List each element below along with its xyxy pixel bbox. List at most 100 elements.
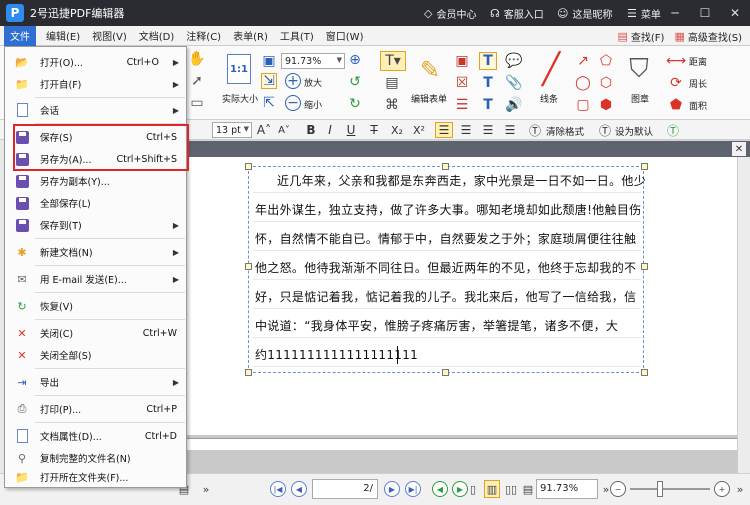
resize-handle[interactable] <box>641 263 648 270</box>
menu-form[interactable]: 表单(R) <box>227 26 274 46</box>
edit-text-icon[interactable]: T▾ <box>380 51 406 71</box>
menu-file[interactable]: 文件 <box>4 25 36 46</box>
edit-form-icon[interactable]: ✎ <box>414 52 446 88</box>
next-page-button[interactable]: ▶ <box>384 481 400 497</box>
zoom-out-icon[interactable]: − <box>285 95 301 111</box>
paragraph-line[interactable]: 怀，自然情不能自已。情郁于中，自然要发之于外；家庭琐屑便往往触 <box>255 230 636 247</box>
zoom-out-label[interactable]: 缩小 <box>304 98 322 111</box>
resize-handle[interactable] <box>442 163 449 170</box>
zoom-status-combo[interactable]: 91.73% <box>536 479 598 499</box>
last-page-button[interactable]: ▶| <box>405 481 421 497</box>
zoom-combo[interactable]: 91.73% ▼ <box>281 53 345 69</box>
menu-item-save-to[interactable]: 保存到(T) ▶ <box>6 214 185 236</box>
paragraph-line[interactable]: 好，只是惦记着我，惦记着我的儿子。我北来后，他写了一信给我，信 <box>255 288 636 305</box>
edit-form-label[interactable]: 编辑表单 <box>411 92 447 105</box>
list-field-icon[interactable]: ☰ <box>453 96 471 114</box>
actual-size-icon[interactable]: 1:1 <box>227 54 251 84</box>
facing-page-icon[interactable]: ▯▯ <box>503 480 519 498</box>
line-tool-icon[interactable]: ╱ <box>533 52 569 87</box>
hand-tool-icon[interactable]: ✋ <box>188 51 205 67</box>
zoom-in-label[interactable]: 放大 <box>304 76 322 89</box>
align-center-button[interactable]: ☰ <box>457 122 475 138</box>
double-chevron-down-icon[interactable]: » <box>198 480 214 498</box>
stamp-label[interactable]: 图章 <box>631 92 649 105</box>
arrow-tool-icon[interactable]: ↗ <box>574 52 592 70</box>
menu-item-save-copy[interactable]: 另存为副本(Y)... <box>6 170 185 192</box>
distance-label[interactable]: 距离 <box>689 55 707 68</box>
textbox-icon[interactable]: T <box>479 74 497 92</box>
resize-handle[interactable] <box>442 369 449 376</box>
snapshot-tool-icon[interactable]: ▭ <box>190 95 204 111</box>
resize-handle[interactable] <box>245 163 252 170</box>
advanced-find-button[interactable]: ▦ 高级查找(S) <box>674 29 742 44</box>
area-icon[interactable]: ⬟ <box>667 96 685 114</box>
zoom-tool-icon[interactable]: ⊕ <box>346 51 364 69</box>
grow-font-button[interactable]: A˄ <box>256 122 272 138</box>
prev-page-button[interactable]: ◀ <box>291 481 307 497</box>
text-properties-icon[interactable]: Ⓣ <box>665 122 681 138</box>
menu-item-session[interactable]: 会话 ▶ <box>6 99 185 121</box>
menu-edit[interactable]: 编辑(E) <box>40 26 86 46</box>
lines-label[interactable]: 线条 <box>540 92 558 105</box>
menu-tools[interactable]: 工具(T) <box>274 26 320 46</box>
minimize-button[interactable]: ─ <box>660 0 690 26</box>
menu-item-save-all[interactable]: 全部保存(L) <box>6 192 185 214</box>
zoom-slider-thumb[interactable] <box>657 481 663 497</box>
vertical-scrollbar[interactable] <box>737 157 750 473</box>
ellipse-tool-icon[interactable]: ◯ <box>574 74 592 92</box>
menu-comment[interactable]: 注释(C) <box>180 26 227 46</box>
typewriter-icon[interactable]: T <box>479 52 497 70</box>
paragraph-line[interactable]: 他之怒。他待我渐渐不同往日。但最近两年的不见，他终于忘却我的不 <box>255 259 636 276</box>
menu-item-print[interactable]: ⎙ 打印(P)... Ctrl+P <box>6 398 185 420</box>
set-default-label[interactable]: 设为默认 <box>615 124 653 138</box>
maximize-button[interactable]: ☐ <box>690 0 720 26</box>
pencil-tool-icon[interactable]: ⬢ <box>597 96 615 114</box>
single-page-icon[interactable]: ▯ <box>465 480 481 498</box>
zoom-in-icon[interactable]: + <box>285 73 301 89</box>
menu-item-close[interactable]: ✕ 关闭(C) Ctrl+W <box>6 322 185 344</box>
text-field-icon[interactable]: ▣ <box>453 52 471 70</box>
perimeter-icon[interactable]: ⟳ <box>667 74 685 92</box>
document-view[interactable]: 近几年来，父亲和我都是东奔西走，家中光景是一日不如一日。他少 年出外谋生，独立支… <box>185 157 750 473</box>
align-left-button[interactable]: ☰ <box>435 122 453 138</box>
font-size-combo[interactable]: 13 pt ▼ <box>212 122 252 138</box>
rectangle-tool-icon[interactable]: ▢ <box>574 96 592 114</box>
area-label[interactable]: 面积 <box>689 99 707 112</box>
add-image-icon[interactable]: ▤ <box>380 73 404 93</box>
note-icon[interactable]: 💬 <box>505 52 523 70</box>
resize-handle[interactable] <box>245 369 252 376</box>
back-view-button[interactable]: ◀ <box>432 481 448 497</box>
menu-item-email[interactable]: ✉ 用 E-mail 发送(E)... ▶ <box>6 268 185 290</box>
menu-item-export[interactable]: ⇥ 导出 ▶ <box>6 371 185 393</box>
zoom-slider[interactable] <box>630 488 710 490</box>
paragraph-line[interactable]: 中说道：“我身体平安，惟膀子疼痛厉害，举箸提笔，诸多不便，大 <box>255 317 618 334</box>
paragraph-line[interactable]: 年出外谋生，独立支持，做了许多大事。哪知老境却如此颓唐!他触目伤 <box>255 201 641 218</box>
resize-handle[interactable] <box>245 263 252 270</box>
shrink-font-button[interactable]: A˅ <box>276 122 292 138</box>
italic-button[interactable]: I <box>322 122 338 138</box>
select-tool-icon[interactable]: ➚ <box>190 73 204 89</box>
menu-view[interactable]: 视图(V) <box>86 26 133 46</box>
clear-format-icon[interactable]: Ⓣ <box>527 122 543 138</box>
fit-visible-icon[interactable]: ⇱ <box>261 95 277 111</box>
menu-item-new-document[interactable]: ✱ 新建文档(N) ▶ <box>6 241 185 263</box>
page-number-input[interactable]: 2/ <box>312 479 378 499</box>
zoom-in-button[interactable]: + <box>714 481 730 497</box>
sound-icon[interactable]: 🔊 <box>505 96 523 114</box>
rotate-right-icon[interactable]: ↻ <box>346 95 364 113</box>
zoom-out-button[interactable]: − <box>610 481 626 497</box>
polygon-tool-icon[interactable]: ⬠ <box>597 52 615 70</box>
underline-button[interactable]: U <box>343 122 359 138</box>
main-menu-button[interactable]: ☰ 菜单 <box>627 0 661 26</box>
resize-handle[interactable] <box>641 163 648 170</box>
strikethrough-button[interactable]: T <box>366 122 382 138</box>
continuous-page-icon[interactable]: ▥ <box>484 480 500 498</box>
align-right-button[interactable]: ☰ <box>479 122 497 138</box>
bold-button[interactable]: B <box>303 122 319 138</box>
menu-document[interactable]: 文档(D) <box>133 26 181 46</box>
cloud-tool-icon[interactable]: ⬡ <box>597 74 615 92</box>
member-center-button[interactable]: ◇ 会员中心 <box>424 0 476 26</box>
continuous-facing-icon[interactable]: ▤ <box>520 480 536 498</box>
close-window-button[interactable]: ✕ <box>720 0 750 26</box>
menu-item-revert[interactable]: ↻ 恢复(V) <box>6 295 185 317</box>
